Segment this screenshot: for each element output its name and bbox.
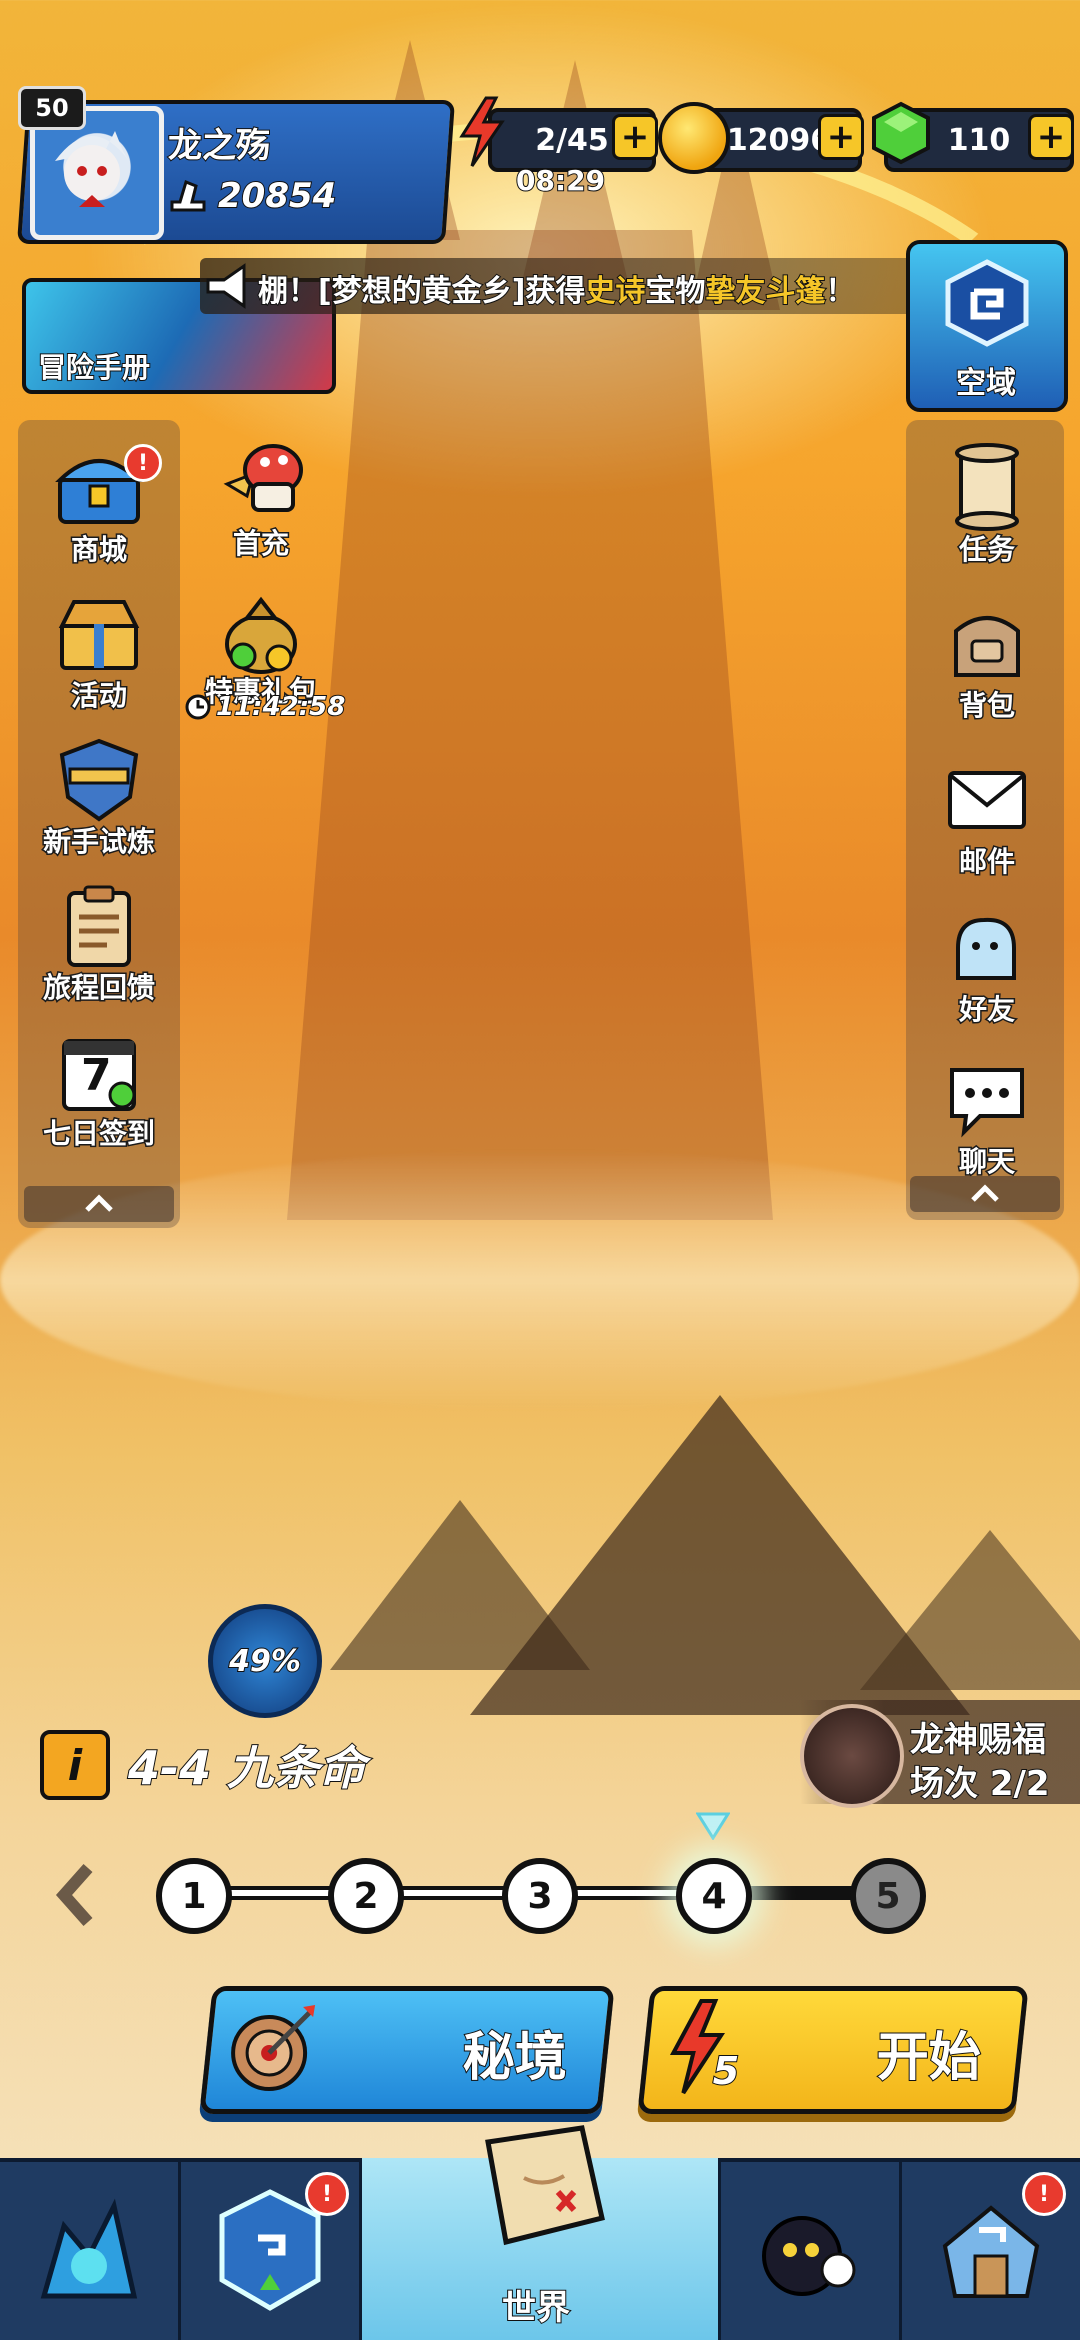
menu-journey-rewards-label: 旅程回馈 (41, 970, 156, 1006)
stage-node-1[interactable]: 1 (156, 1858, 232, 1934)
realm-emblem-icon (942, 258, 1032, 348)
start-button[interactable]: 5 开始 (637, 1986, 1029, 2114)
dragon-emblem-icon (800, 1704, 904, 1808)
menu-beginner-trial[interactable]: 新手试炼 (24, 732, 174, 860)
menu-quests-label: 任务 (957, 532, 1016, 568)
chevron-up-icon (971, 1184, 999, 1202)
gold-plus-button[interactable]: + (818, 114, 864, 160)
stage-node-4[interactable]: 4 (676, 1858, 752, 1934)
world-tab-label: 世界 (501, 2287, 571, 2329)
world-map-icon (474, 2118, 614, 2268)
gem-icon (868, 100, 934, 166)
realm-label: 空域 (955, 365, 1017, 402)
energy-value: 2/45 (535, 122, 609, 158)
nav-tab-heroes[interactable] (0, 2162, 181, 2340)
left-menu-collapse-button[interactable] (24, 1186, 174, 1222)
nav-tab-guild[interactable]: ! (902, 2162, 1080, 2340)
stage-track-progress (190, 1890, 710, 1896)
menu-backpack[interactable]: 背包 (912, 596, 1062, 724)
nav-tab-pets[interactable] (721, 2162, 902, 2340)
clock-icon (185, 694, 211, 720)
right-menu-collapse-button[interactable] (910, 1176, 1060, 1212)
menu-chat-label: 聊天 (957, 1144, 1016, 1180)
player-name: 龙之殇 (167, 125, 271, 167)
first-recharge-icon (213, 434, 309, 530)
menu-journey-rewards[interactable]: 旅程回馈 (24, 878, 174, 1006)
stage-node-3[interactable]: 3 (502, 1858, 578, 1934)
guild-alert-badge: ! (1022, 2172, 1066, 2216)
backpack-icon (939, 596, 1035, 692)
megaphone-icon (200, 258, 256, 314)
stage-progress-value: 49% (228, 1643, 302, 1680)
menu-mail-label: 邮件 (957, 844, 1016, 880)
nav-tab-upgrade[interactable]: ! (181, 2162, 362, 2340)
player-power: 20854 (217, 175, 337, 217)
lightning-icon (456, 96, 508, 168)
secret-realm-label: 秘境 (462, 2027, 568, 2089)
chevron-left-icon (55, 1864, 93, 1926)
gift-pack-button[interactable]: 特惠礼包 (186, 582, 336, 710)
info-icon: i (67, 1740, 83, 1790)
secret-realm-button[interactable]: 秘境 (199, 1986, 615, 2114)
menu-backpack-label: 背包 (957, 688, 1016, 724)
energy-plus-button[interactable]: + (612, 114, 658, 160)
menu-friends[interactable]: 好友 (912, 900, 1062, 1028)
coin-icon (658, 102, 730, 174)
dragon-blessing-title: 龙神赐福 (909, 1719, 1047, 1761)
menu-seven-day-checkin[interactable]: 7 七日签到 (24, 1024, 174, 1152)
menu-shop[interactable]: 商城 ! (24, 440, 174, 568)
menu-events[interactable]: 活动 (24, 586, 174, 714)
menu-chat[interactable]: 聊天 (912, 1052, 1062, 1180)
gift-pack-timer: 11:42:58 (184, 691, 346, 723)
menu-beginner-trial-label: 新手试炼 (41, 824, 156, 860)
upgrade-alert-badge: ! (305, 2172, 349, 2216)
scroll-icon (939, 440, 1035, 536)
start-energy-cost: 5 (712, 2048, 740, 2094)
realm-button[interactable]: 空域 (906, 240, 1068, 412)
first-recharge-button[interactable]: 首充 (186, 434, 336, 562)
stage-node-2[interactable]: 2 (328, 1858, 404, 1934)
chat-icon (939, 1052, 1035, 1148)
hero-crest-icon (40, 2198, 138, 2299)
friends-icon (939, 900, 1035, 996)
menu-quests[interactable]: 任务 (912, 440, 1062, 568)
current-stage-marker-icon (695, 1812, 731, 1841)
dragon-blessing-count: 场次 2/2 (909, 1763, 1051, 1805)
gold-value: 12096 (726, 122, 832, 158)
start-label: 开始 (876, 2027, 982, 2089)
menu-mail[interactable]: 邮件 (912, 752, 1062, 880)
adventure-manual-label: 冒险手册 (37, 350, 151, 385)
first-recharge-label: 首充 (231, 526, 290, 562)
clipboard-icon (51, 878, 147, 974)
shield-icon (51, 732, 147, 828)
player-level-badge: 50 (18, 86, 86, 130)
calendar-icon: 7 (51, 1024, 147, 1120)
menu-shop-label: 商城 (69, 532, 128, 568)
gift-pack-timer-value: 11:42:58 (215, 691, 346, 723)
pet-character-icon (762, 2216, 856, 2296)
money-bag-icon (213, 582, 309, 678)
menu-friends-label: 好友 (957, 992, 1016, 1028)
stage-progress-badge[interactable]: 49% (208, 1604, 322, 1718)
gift-box-icon (51, 586, 147, 682)
menu-events-label: 活动 (69, 678, 128, 714)
target-dartboard-icon (225, 2001, 321, 2097)
stage-info-button[interactable]: i (40, 1730, 110, 1800)
shop-alert-badge: ! (124, 444, 162, 482)
gems-value: 110 (947, 122, 1011, 158)
gems-plus-button[interactable]: + (1028, 114, 1074, 160)
stage-name: 4-4 九条命 (127, 1740, 366, 1796)
chevron-up-icon (85, 1194, 113, 1212)
stage-node-5[interactable]: 5 (850, 1858, 926, 1934)
previous-chapter-button[interactable] (54, 1862, 98, 1928)
mail-icon (939, 752, 1035, 848)
nav-tab-world[interactable]: 世界 (362, 2125, 718, 2340)
dragon-blessing-panel[interactable]: 龙神赐福 场次 2/2 (800, 1700, 1080, 1808)
announcement-text: 棚！[梦想的黄金乡]获得史诗宝物挚友斗篷！ (257, 273, 856, 310)
calendar-day-number: 7 (81, 1050, 112, 1101)
energy-timer: 08:29 (515, 163, 606, 198)
announcement-banner[interactable]: 棚！[梦想的黄金乡]获得史诗宝物挚友斗篷！ (200, 258, 930, 314)
power-icon (168, 178, 208, 214)
